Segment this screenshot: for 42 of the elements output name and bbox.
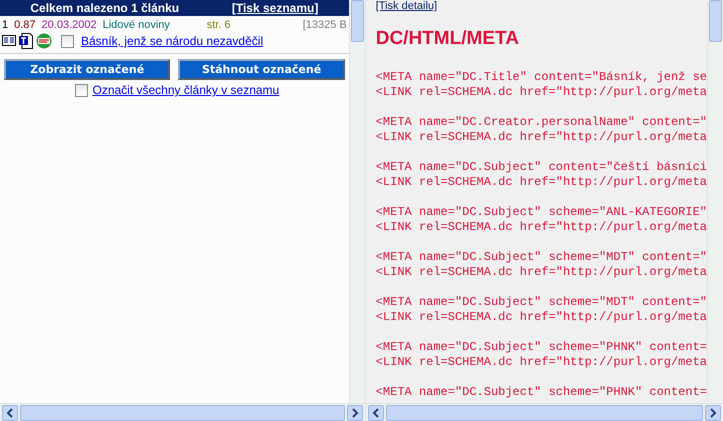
scroll-left-button[interactable] [368,404,384,420]
result-source: Lidové noviny [102,19,171,31]
scrollbar-thumb[interactable] [20,404,345,420]
code-line: <LINK rel=SCHEMA.dc href="http://purl.org/meta [376,175,707,190]
result-number: 1 [2,19,8,31]
code-line: <META name="DC.Subject" scheme="MDT" content=" [376,295,707,310]
code-line: <LINK rel=SCHEMA.dc href="http://purl.org/meta [376,85,707,100]
result-score: 0.87 [14,19,36,31]
select-all-link[interactable]: Označit všechny články v seznamu [92,83,280,97]
code-line: <LINK rel=SCHEMA.dc href="http://purl.org/meta [376,265,707,280]
code-line: <LINK rel=SCHEMA.dc href="http://purl.org/meta [376,355,707,370]
article-title-link[interactable]: Básník, jenž se národu nezavděčil [81,34,264,48]
scroll-left-button[interactable] [2,404,18,420]
code-line: <META name="DC.Subject" scheme="PHNK" content= [376,385,707,400]
scroll-right-button[interactable] [346,404,363,420]
section-heading: DC/HTML/META [376,28,520,50]
horizontal-scrollbar[interactable] [366,403,723,421]
result-page: str. 6 [206,19,232,31]
code-line: <META name="DC.Subject" scheme="PHNK" content= [376,340,707,355]
code-line: <META name="DC.Subject" scheme="MDT" content=" [376,250,707,265]
list-title: Celkem nalezeno 1 článku [30,1,180,15]
action-button[interactable]: Stáhnout označené [178,59,345,80]
code-line: <META name="DC.Title" content="Básník, jenž se [376,70,707,85]
print-detail-link[interactable]: [Tisk detailu] [376,0,438,12]
select-checkbox[interactable] [61,34,74,48]
code-line: <META name="DC.Subject" content="čeští básníci [376,160,707,175]
scrollbar-thumb[interactable] [386,404,703,420]
code-line: <META name="DC.Subject" scheme="ANL-KATEGORIE" [376,205,707,220]
result-size: [13325 B [302,19,347,31]
code-line: <LINK rel=SCHEMA.dc href="http://purl.org/meta [376,130,707,145]
horizontal-scrollbar[interactable] [0,403,365,421]
result-date: 20.03.2002 [42,19,97,31]
action-button[interactable]: Zobrazit označené [4,59,170,80]
print-list-link[interactable]: [Tisk seznamu] [232,1,318,15]
code-line: <META name="DC.Creator.personalName" content=" [376,115,707,130]
select-all-checkbox[interactable] [75,84,88,96]
code-line: <LINK rel=SCHEMA.dc href="http://purl.org/meta [376,310,707,325]
web-page-icon[interactable] [36,33,52,49]
word-document-icon[interactable] [19,33,33,49]
scroll-right-button[interactable] [705,404,721,420]
text-document-icon[interactable] [2,35,16,47]
code-line: <LINK rel=SCHEMA.dc href="http://purl.org/meta [376,220,707,235]
